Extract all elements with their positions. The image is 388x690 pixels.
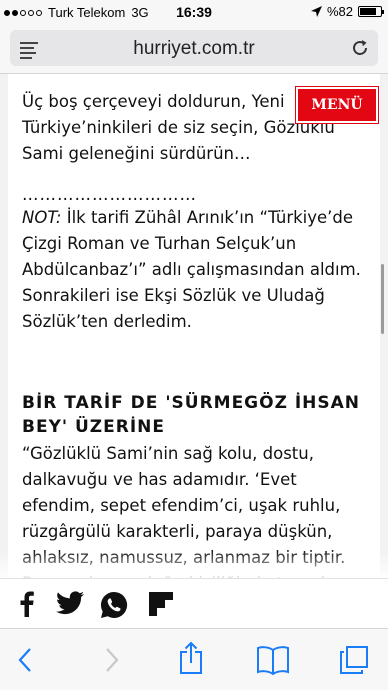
url-field[interactable]: hurriyet.com.tr <box>10 30 378 66</box>
battery-fill <box>360 8 377 15</box>
whatsapp-icon[interactable] <box>100 591 128 619</box>
article-separator: ………………………… <box>22 185 197 204</box>
menu-button[interactable]: MENÜ <box>295 86 379 124</box>
note-text: İlk tarifi Zühâl Arınık’ın “Türkiye’de Ç… <box>22 208 361 331</box>
address-bar: hurriyet.com.tr <box>0 24 388 74</box>
url-text[interactable]: hurriyet.com.tr <box>50 38 338 60</box>
page-content: Üç boş çerçeveyi doldurun, Yeni Türkiye’… <box>0 74 388 580</box>
battery-icon <box>358 6 384 17</box>
status-right: %82 <box>310 4 384 19</box>
battery-percent: %82 <box>326 4 353 19</box>
facebook-icon[interactable] <box>16 591 40 617</box>
twitter-icon[interactable] <box>56 591 84 615</box>
back-icon[interactable] <box>17 647 33 673</box>
article-body: Üç boş çerçeveyi doldurun, Yeni Türkiye’… <box>8 74 380 580</box>
scrollbar[interactable] <box>381 264 384 334</box>
browser-toolbar <box>0 628 388 690</box>
reader-mode-icon[interactable] <box>20 42 38 62</box>
article-subheading: BİR TARİF DE 'SÜRMEGÖZ İHSAN BEY' ÜZERİN… <box>22 393 361 437</box>
share-bar <box>0 578 388 628</box>
share-icon[interactable] <box>178 641 204 675</box>
note-label: NOT: <box>22 208 62 227</box>
tabs-icon[interactable] <box>338 645 370 675</box>
flipboard-icon[interactable] <box>148 591 174 617</box>
article-note: NOT: İlk tarifi Zühâl Arınık’ın “Türkiye… <box>22 205 362 335</box>
reload-icon[interactable] <box>350 38 370 58</box>
location-arrow-icon <box>310 6 322 17</box>
bookmarks-icon[interactable] <box>256 645 290 675</box>
forward-icon[interactable] <box>104 647 120 673</box>
content-fade <box>0 550 388 580</box>
status-bar: Turk Telekom 3G 16:39 %82 <box>0 0 388 24</box>
